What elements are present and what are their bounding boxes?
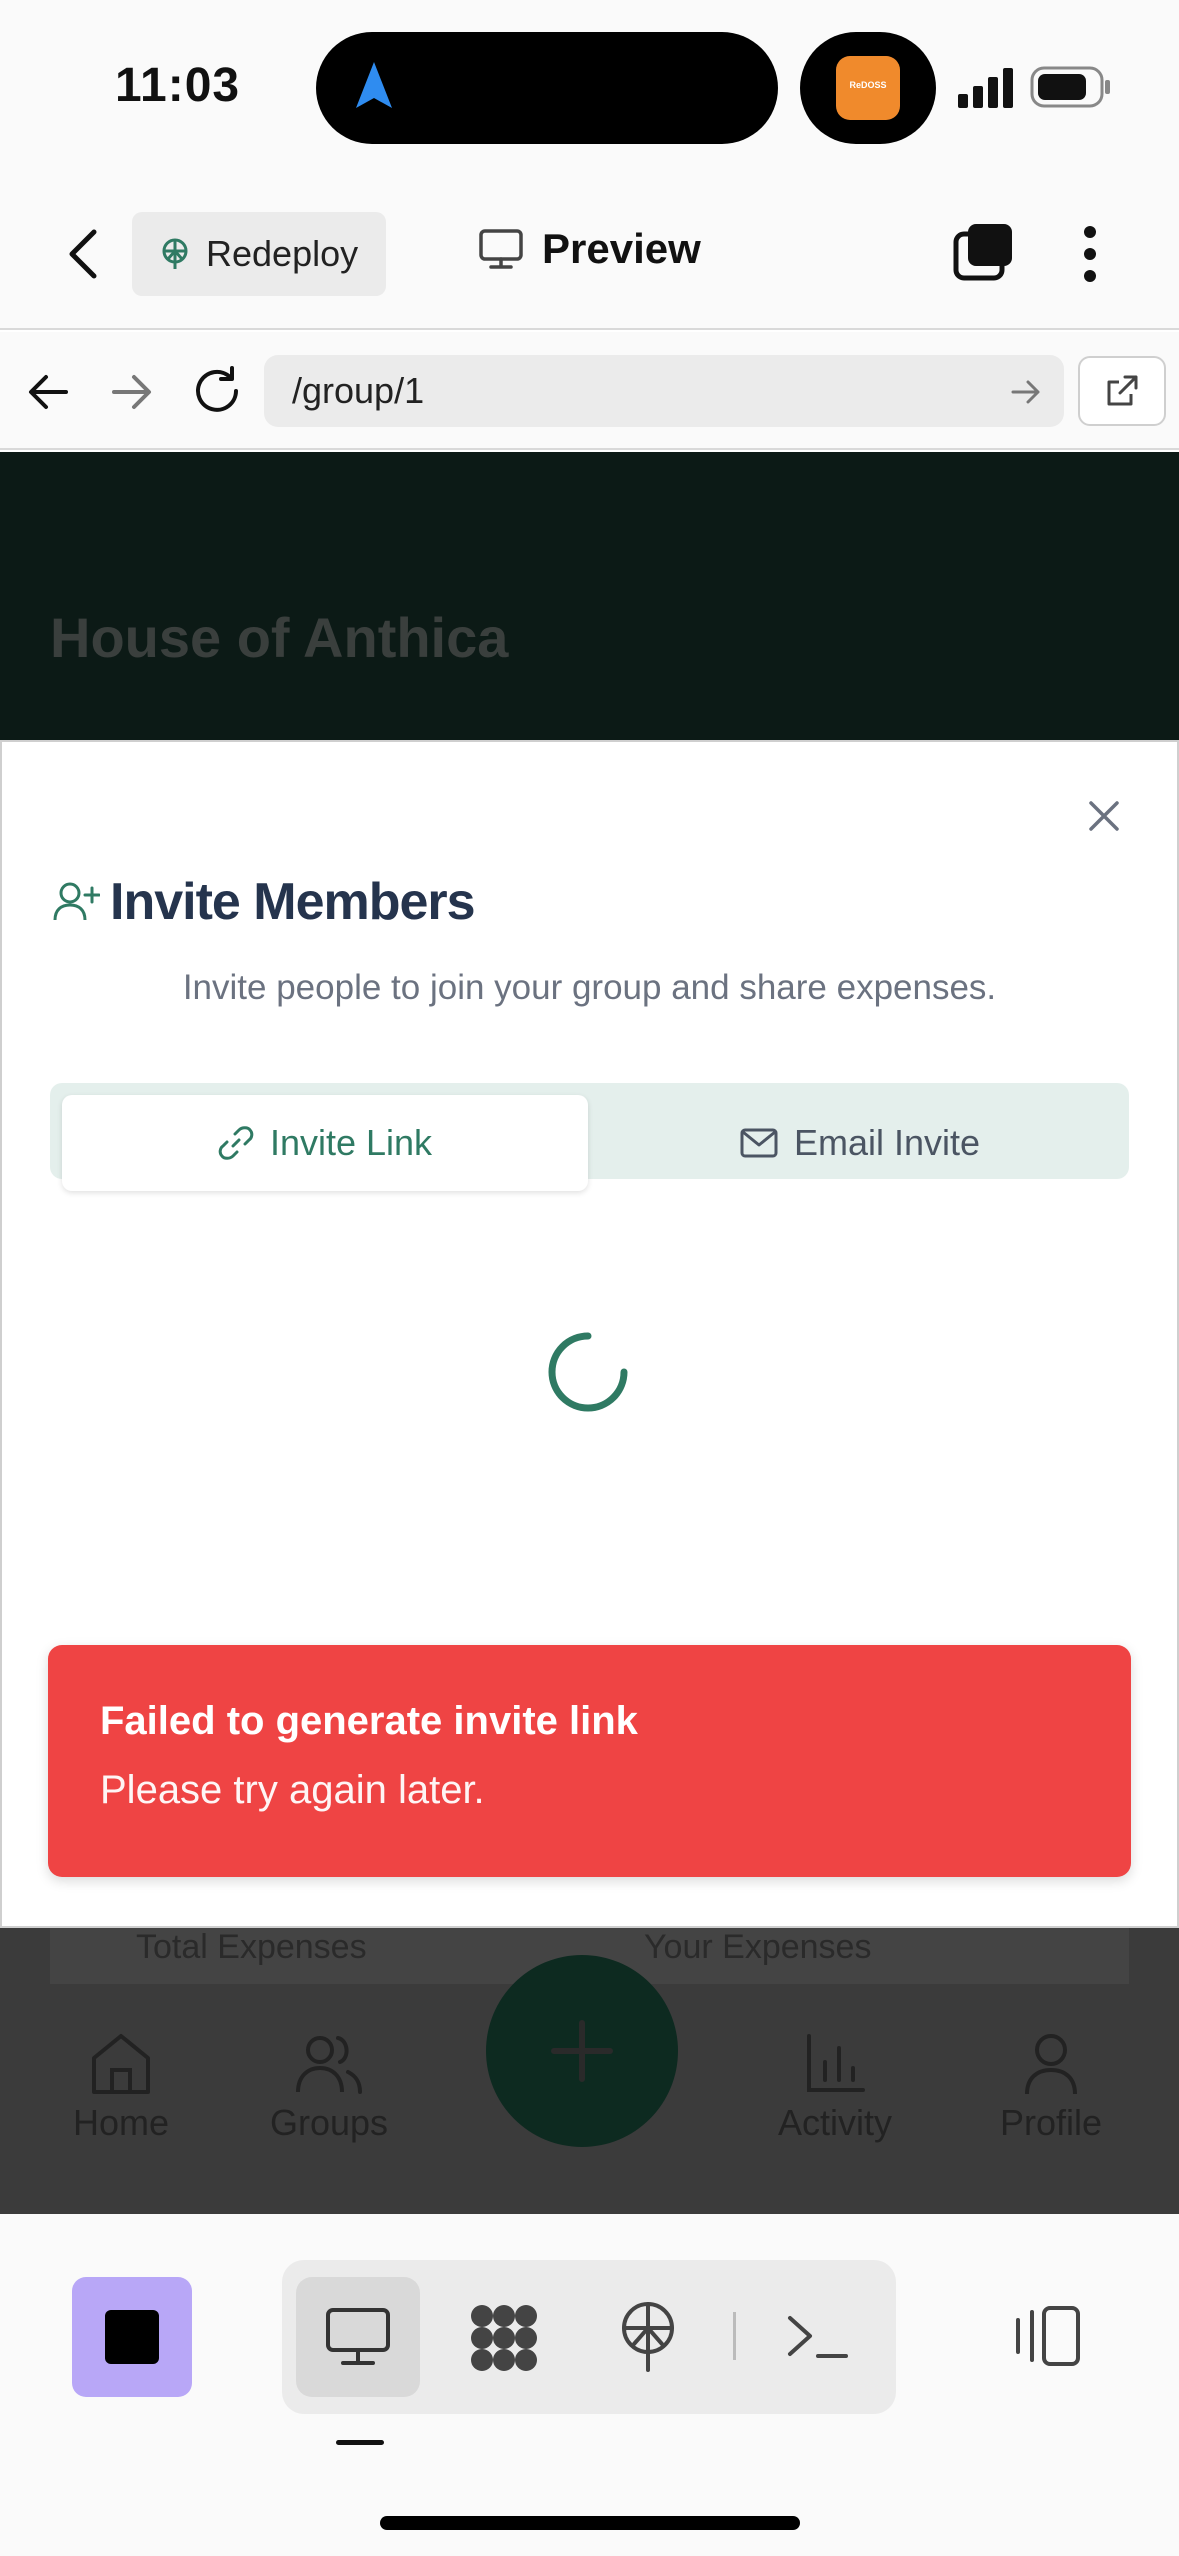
total-expenses-label: Total Expenses [136, 1928, 367, 1966]
battery-icon [1030, 66, 1110, 108]
workflow-icon [471, 2305, 537, 2371]
reload-icon[interactable] [192, 366, 244, 416]
view-terminal[interactable] [778, 2302, 858, 2372]
status-time: 11:03 [115, 59, 241, 112]
back-icon[interactable] [64, 226, 104, 282]
app-badge-label: ReDOSS [849, 80, 887, 90]
mail-icon [740, 1128, 778, 1158]
tab-invite-link[interactable]: Invite Link [62, 1095, 588, 1191]
active-view-indicator [336, 2440, 384, 2445]
browser-back-icon[interactable] [26, 372, 70, 412]
signal-icon [958, 68, 1013, 108]
close-button[interactable] [1078, 790, 1130, 842]
go-icon[interactable] [1010, 378, 1042, 406]
more-icon[interactable] [1078, 224, 1102, 284]
view-preview[interactable] [318, 2302, 398, 2372]
nav-profile-label: Profile [999, 2102, 1103, 2143]
nav-profile[interactable]: Profile [966, 2032, 1136, 2144]
tab-email-invite[interactable]: Email Invite [600, 1095, 1120, 1191]
nav-activity-label: Activity [777, 2102, 892, 2143]
toast-title: Failed to generate invite link [100, 1699, 638, 1743]
monitor-icon [326, 2308, 390, 2365]
view-deploy[interactable] [608, 2302, 688, 2372]
home-icon [92, 2034, 150, 2094]
nav-home[interactable]: Home [36, 2032, 206, 2144]
redeploy-label: Redeploy [206, 233, 359, 274]
link-icon [218, 1126, 254, 1160]
add-expense-button[interactable] [486, 1955, 678, 2147]
nav-activity[interactable]: Activity [750, 2032, 920, 2144]
toolbar-divider [733, 2312, 736, 2360]
url-input[interactable]: /group/1 [264, 355, 1064, 427]
terminal-icon [788, 2316, 848, 2358]
dialog-title: Invite Members [110, 873, 476, 931]
nav-home-label: Home [72, 2102, 170, 2143]
groups-icon [296, 2036, 362, 2094]
redeploy-icon [162, 238, 188, 269]
split-view-icon[interactable] [1008, 2304, 1082, 2368]
redeploy-button[interactable]: Redeploy [132, 212, 386, 296]
your-expenses-label: Your Expenses [644, 1928, 872, 1966]
stop-button[interactable] [72, 2277, 192, 2397]
tab-email-invite-label: Email Invite [793, 1122, 981, 1163]
error-toast[interactable]: Failed to generate invite link Please tr… [48, 1645, 1131, 1877]
view-workflow[interactable] [464, 2302, 544, 2372]
loading-spinner-icon [548, 1332, 628, 1412]
toast-message: Please try again later. [100, 1768, 485, 1812]
close-icon [1089, 801, 1119, 831]
group-header [0, 452, 1179, 742]
preview-label: Preview [542, 225, 701, 272]
monitor-icon [479, 229, 523, 269]
open-external-button[interactable] [1078, 356, 1166, 426]
group-title: House of Anthica [50, 606, 509, 669]
open-external-icon [1107, 375, 1138, 406]
plus-icon [551, 2020, 613, 2082]
home-indicator [380, 2516, 800, 2530]
profile-icon [1025, 2034, 1077, 2095]
url-text: /group/1 [292, 370, 425, 411]
preview-tab[interactable]: Preview [478, 225, 701, 273]
dialog-header: Invite Members [52, 872, 476, 932]
tab-invite-link-label: Invite Link [269, 1122, 433, 1163]
activity-icon [807, 2034, 865, 2092]
tabs-icon[interactable] [950, 222, 1016, 284]
nav-groups[interactable]: Groups [244, 2032, 414, 2144]
location-arrow-icon [356, 62, 392, 108]
deploy-icon [622, 2302, 674, 2372]
stop-icon [105, 2310, 159, 2364]
browser-forward-icon[interactable] [110, 372, 154, 412]
user-plus-icon [53, 882, 100, 921]
dialog-description: Invite people to join your group and sha… [182, 968, 997, 1007]
nav-groups-label: Groups [269, 2102, 389, 2143]
